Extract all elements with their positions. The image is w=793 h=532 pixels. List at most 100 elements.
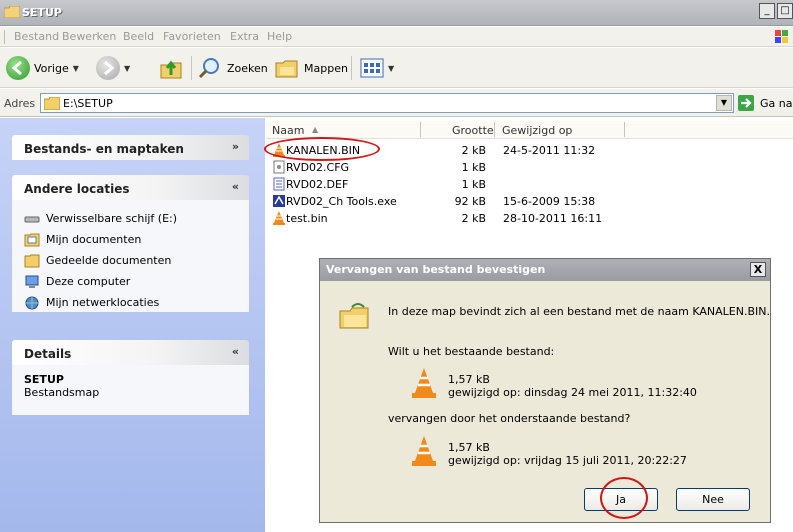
expand-chevron-icon[interactable]: » — [232, 140, 239, 153]
place-label: Gedeelde documenten — [46, 254, 172, 267]
place-my-computer[interactable]: Deze computer — [24, 271, 239, 292]
new-file-size: 1,57 kB — [448, 441, 490, 454]
menu-extra[interactable]: Extra — [230, 30, 259, 43]
toolbar: Vorige ▼ ▼ Zoeken Mappen ▼ — [0, 48, 793, 88]
text-file-icon — [273, 177, 285, 191]
file-date: 24-5-2011 11:32 — [503, 144, 596, 157]
window-title: SETUP — [22, 6, 62, 19]
go-arrow-icon[interactable] — [738, 95, 754, 111]
dialog-titlebar[interactable]: Vervangen van bestand bevestigen X — [320, 259, 770, 281]
file-name: RVD02.DEF — [286, 178, 349, 191]
detail-type: Bestandsmap — [24, 386, 100, 399]
chevron-down-icon[interactable]: ▼ — [124, 64, 130, 73]
address-bar: Adres E:\SETUP ▼ Ga na — [0, 89, 793, 117]
menu-bar: Bestand Bewerken Beeld Favorieten Extra … — [0, 27, 793, 47]
views-icon — [360, 58, 384, 78]
forward-button[interactable]: ▼ — [96, 54, 130, 82]
exe-icon — [273, 195, 285, 207]
search-button[interactable]: Zoeken — [197, 54, 268, 82]
column-modified[interactable]: Gewijzigd op — [502, 124, 572, 137]
my-documents-icon — [24, 233, 40, 246]
panel-title: Andere locaties — [24, 182, 130, 196]
shared-folder-icon — [24, 254, 40, 267]
folders-label: Mappen — [304, 61, 348, 75]
place-my-documents[interactable]: Mijn documenten — [24, 229, 239, 250]
panel-title: Details — [24, 347, 72, 361]
table-row[interactable]: RVD02.CFG 1 kB — [266, 159, 666, 176]
removable-drive-icon — [24, 216, 40, 222]
column-size[interactable]: Grootte — [452, 124, 494, 137]
file-date: 28-10-2011 16:11 — [503, 212, 603, 225]
menu-bestand[interactable]: Bestand — [14, 30, 59, 43]
address-input[interactable]: E:\SETUP ▼ — [40, 93, 734, 113]
menu-grip — [4, 30, 7, 44]
window-titlebar[interactable]: SETUP _ □ — [0, 0, 793, 26]
place-label: Mijn documenten — [46, 233, 142, 246]
replace-file-dialog: Vervangen van bestand bevestigen X In de… — [319, 258, 771, 523]
place-network[interactable]: Mijn netwerklocaties — [24, 292, 239, 313]
file-size: 2 kB — [461, 144, 486, 157]
folders-button[interactable]: Mappen — [274, 54, 348, 82]
file-name: test.bin — [286, 212, 328, 225]
chevron-down-icon[interactable]: ▼ — [73, 64, 79, 73]
search-icon — [198, 58, 219, 79]
maximize-button[interactable]: □ — [777, 3, 793, 19]
address-dropdown-button[interactable]: ▼ — [716, 95, 732, 111]
folders-icon — [275, 60, 298, 78]
highlight-circle — [600, 477, 648, 519]
other-places-panel: Andere locaties « Verwisselbare schijf (… — [12, 175, 249, 312]
menu-beeld[interactable]: Beeld — [123, 30, 154, 43]
existing-file-size: 1,57 kB — [448, 373, 490, 386]
go-button[interactable]: Ga na — [760, 97, 792, 110]
up-folder-icon — [160, 60, 182, 79]
minimize-button[interactable]: _ — [759, 3, 775, 19]
up-folder-button[interactable] — [158, 54, 184, 82]
existing-file-date: gewijzigd op: dinsdag 24 mei 2011, 11:32… — [448, 386, 697, 399]
dialog-title: Vervangen van bestand bevestigen — [326, 263, 546, 276]
task-pane: Bestands- en maptaken » Andere locaties … — [0, 118, 265, 532]
folder-replace-icon — [339, 303, 369, 329]
dialog-question: Wilt u het bestaande bestand: — [388, 345, 555, 358]
dialog-close-button[interactable]: X — [750, 262, 766, 277]
config-file-icon — [273, 160, 285, 174]
table-row[interactable]: RVD02.DEF 1 kB — [266, 176, 666, 193]
menu-bewerken[interactable]: Bewerken — [62, 30, 116, 43]
place-shared-documents[interactable]: Gedeelde documenten — [24, 250, 239, 271]
menu-favorieten[interactable]: Favorieten — [163, 30, 221, 43]
replace-question: vervangen door het onderstaande bestand? — [388, 412, 631, 425]
forward-arrow-icon — [96, 56, 120, 80]
place-label: Verwisselbare schijf (E:) — [46, 212, 178, 225]
panel-header[interactable]: Andere locaties « — [12, 175, 249, 200]
table-row[interactable]: RVD02_Ch Tools.exe 92 kB 15-6-2009 15:38 — [266, 193, 666, 210]
column-name[interactable]: Naam — [272, 124, 304, 137]
details-panel: Details « SETUP Bestandsmap — [12, 340, 249, 415]
file-size: 2 kB — [461, 212, 486, 225]
panel-header[interactable]: Details « — [12, 340, 249, 365]
sort-ascending-icon: ▲ — [312, 125, 319, 134]
chevron-down-icon[interactable]: ▼ — [388, 64, 394, 73]
collapse-chevron-icon[interactable]: « — [232, 180, 239, 193]
vlc-cone-icon — [412, 436, 436, 466]
menu-help[interactable]: Help — [267, 30, 292, 43]
dialog-message: In deze map bevindt zich al een bestand … — [388, 305, 770, 318]
place-removable-drive[interactable]: Verwisselbare schijf (E:) — [24, 208, 239, 229]
file-size: 92 kB — [454, 195, 486, 208]
panel-title: Bestands- en maptaken — [24, 142, 184, 156]
file-name: RVD02.CFG — [286, 161, 350, 174]
views-button[interactable]: ▼ — [360, 54, 394, 82]
place-label: Deze computer — [46, 275, 131, 288]
network-globe-icon — [25, 296, 39, 309]
back-arrow-icon — [6, 56, 30, 80]
collapse-chevron-icon[interactable]: « — [232, 345, 239, 358]
column-header-row: Naam ▲ Grootte Gewijzigd op — [266, 121, 793, 139]
back-label: Vorige — [34, 61, 69, 75]
panel-header[interactable]: Bestands- en maptaken » — [12, 135, 249, 160]
computer-icon — [25, 275, 39, 288]
address-label: Adres — [4, 97, 36, 110]
no-button[interactable]: Nee — [676, 488, 750, 511]
back-button[interactable]: Vorige ▼ — [6, 54, 79, 82]
place-label: Mijn netwerklocaties — [46, 296, 160, 309]
address-value: E:\SETUP — [63, 97, 113, 110]
windows-flag-icon — [775, 30, 788, 43]
table-row[interactable]: test.bin 2 kB 28-10-2011 16:11 — [266, 210, 666, 227]
